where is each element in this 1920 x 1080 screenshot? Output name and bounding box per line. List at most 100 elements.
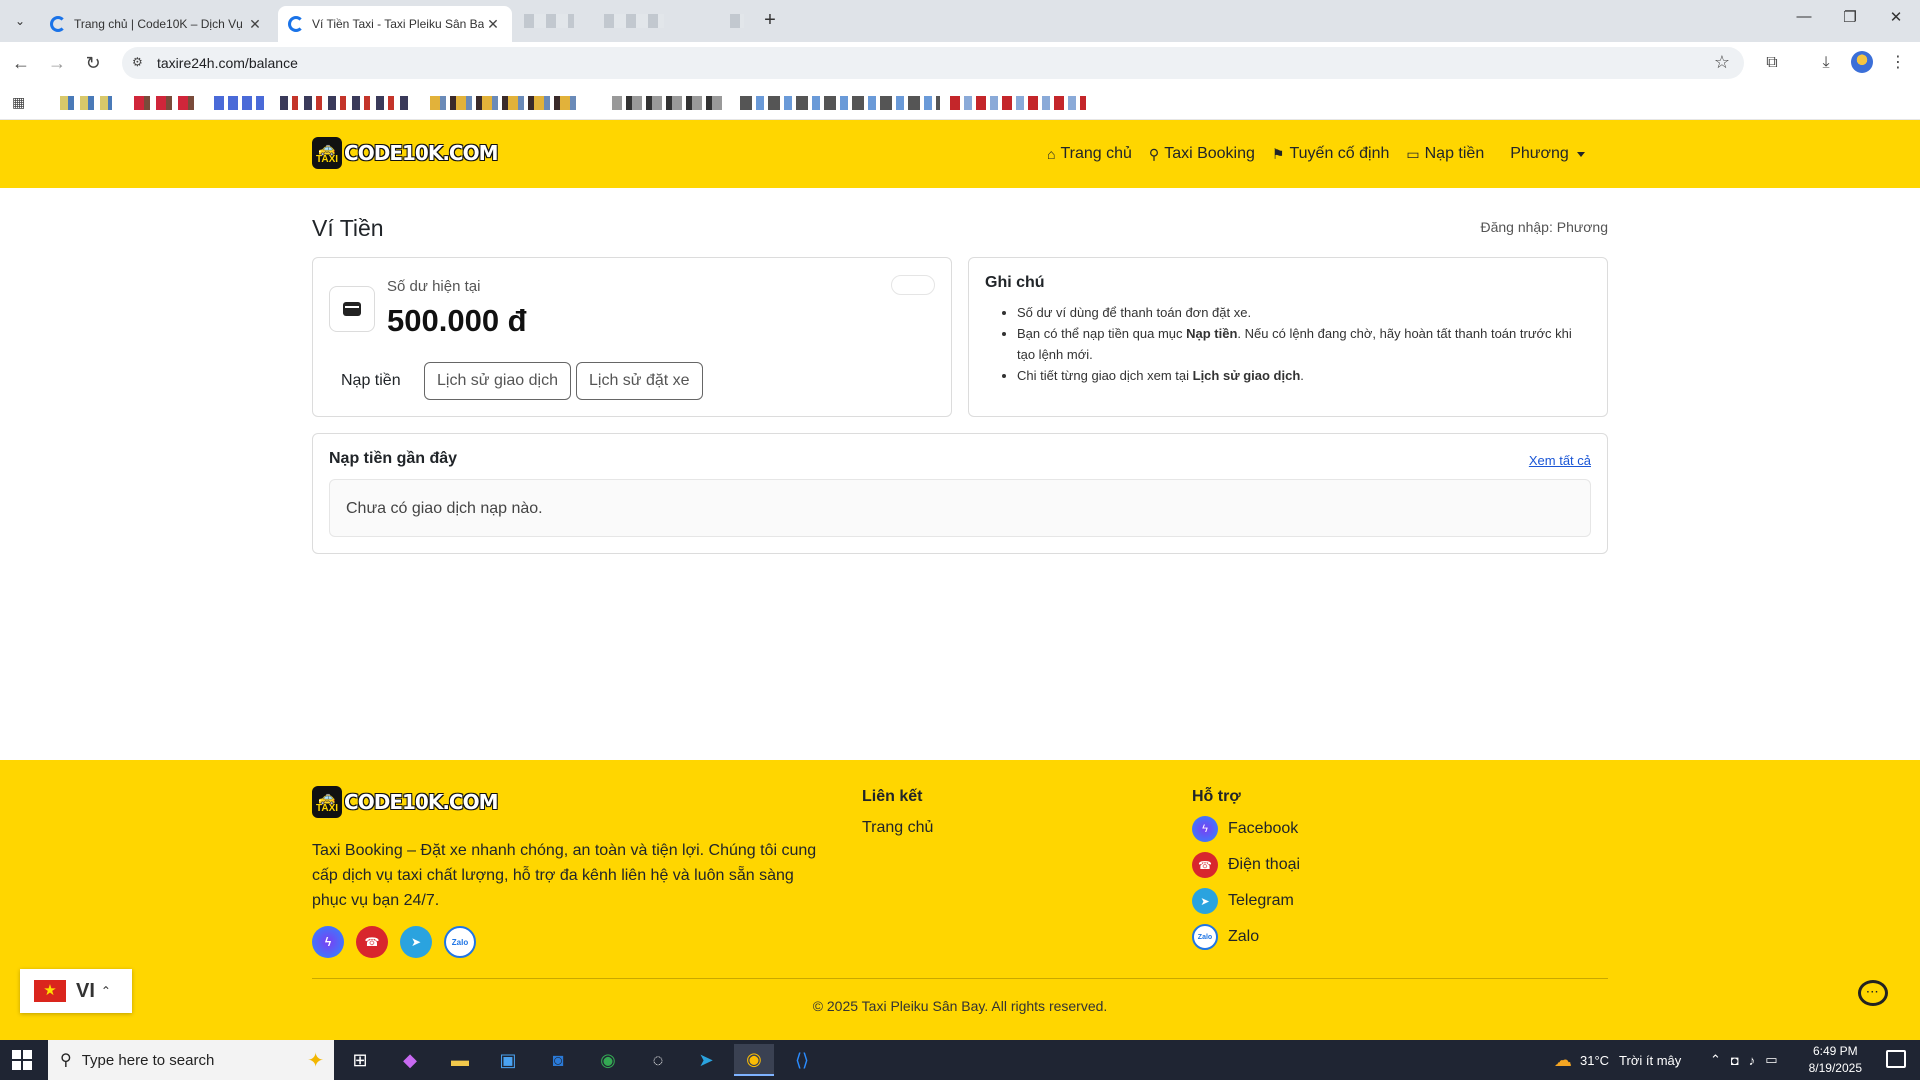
support-label: Điện thoại — [1228, 856, 1301, 873]
url-text[interactable]: taxire24h.com/balance — [157, 55, 298, 71]
footer-link-home[interactable]: Trang chủ — [862, 819, 933, 837]
chrome-icon[interactable]: ◉ — [588, 1044, 628, 1076]
copilot-icon[interactable]: ◆ — [390, 1044, 430, 1076]
phone-icon[interactable]: ☎ — [356, 926, 388, 958]
apps-grid-icon[interactable]: ▦ — [12, 94, 25, 111]
bookmark-item[interactable] — [134, 96, 198, 110]
transaction-history-button[interactable]: Lịch sử giao dịch — [424, 362, 571, 400]
support-label: Facebook — [1228, 820, 1299, 837]
restore-icon[interactable]: ❐ — [1830, 8, 1870, 32]
nav-user-dropdown[interactable]: Phương — [1510, 145, 1585, 163]
login-info: Đăng nhập: Phương — [1480, 219, 1608, 235]
download-icon[interactable]: ⤓ — [1814, 51, 1838, 75]
note-item: Bạn có thể nạp tiền qua mục Nạp tiền. Nế… — [1017, 323, 1591, 365]
tab-close-icon[interactable]: ✕ — [246, 16, 264, 33]
tray-chevron-icon[interactable]: ⌃ — [1710, 1052, 1721, 1068]
site-info-icon[interactable]: ⚙ — [132, 55, 148, 71]
file-explorer-icon[interactable]: ▬ — [440, 1044, 480, 1076]
taxi-badge-label: TAXI — [316, 803, 339, 814]
vscode-icon[interactable]: ⟨⟩ — [782, 1044, 822, 1076]
weather-temp: 31°C — [1580, 1052, 1610, 1068]
nav-home[interactable]: ⌂ Trang chủ — [1047, 145, 1132, 163]
browser-tab-home[interactable]: Trang chủ | Code10K – Dịch Vụ ✕ — [40, 6, 274, 42]
weather-text: Trời ít mây — [1619, 1052, 1682, 1068]
windows-start-icon[interactable] — [12, 1050, 32, 1070]
clock-time: 6:49 PM — [1812, 1044, 1858, 1058]
browser-tab-balance[interactable]: Ví Tiền Taxi - Taxi Pleiku Sân Bay ✕ — [278, 6, 512, 42]
camera-icon[interactable]: ◘ — [1731, 1053, 1739, 1068]
bookmarks-bar: ▦ — [0, 84, 1920, 120]
taskbar-search[interactable]: ⚲ Type here to search ✦ — [48, 1040, 334, 1080]
nav-topup[interactable]: ▭ Nạp tiền — [1406, 145, 1484, 163]
chrome-active-icon[interactable]: ◉ — [734, 1044, 774, 1076]
task-view-icon[interactable]: ⊞ — [340, 1044, 380, 1076]
blurred-tab[interactable] — [730, 14, 744, 28]
language-switcher[interactable]: VI ⌃ — [20, 969, 132, 1013]
booking-history-button[interactable]: Lịch sử đặt xe — [576, 362, 703, 400]
bookmark-item[interactable] — [280, 96, 410, 110]
browser-toolbar: ← → ↻ ⚙ taxire24h.com/balance ☆ ⧉ ⤓ ⋮ — [0, 42, 1920, 84]
note-bold: Nạp tiền — [1186, 326, 1238, 341]
see-all-link[interactable]: Xem tất cả — [1529, 453, 1591, 468]
zalo-icon[interactable]: Zalo — [444, 926, 476, 958]
messenger-icon[interactable]: ϟ — [312, 926, 344, 958]
telegram-app-icon[interactable]: ➤ — [686, 1044, 726, 1076]
bookmark-item[interactable] — [60, 96, 112, 110]
support-facebook[interactable]: ϟ Facebook — [1192, 816, 1298, 842]
notes-card: Ghi chú Số dư ví dùng để thanh toán đơn … — [968, 257, 1608, 417]
clock[interactable]: 6:49 PM 8/19/2025 — [1809, 1043, 1862, 1077]
nav-fixed-route[interactable]: ⚑ Tuyến cố định — [1272, 145, 1389, 163]
note-text: Số dư ví dùng để thanh toán đơn đặt xe. — [1017, 305, 1252, 320]
tab-close-icon[interactable]: ✕ — [484, 16, 502, 33]
volume-icon[interactable]: ♪ — [1749, 1053, 1756, 1068]
bookmark-item[interactable] — [612, 96, 722, 110]
reload-icon[interactable]: ↻ — [80, 50, 106, 76]
main-nav: ⌂ Trang chủ ⚲ Taxi Booking ⚑ Tuyến cố đị… — [1030, 120, 1585, 188]
close-window-icon[interactable]: ✕ — [1876, 8, 1916, 32]
bookmark-item[interactable] — [214, 96, 264, 110]
menu-dots-icon[interactable]: ⋮ — [1886, 51, 1910, 75]
address-bar[interactable]: ⚙ taxire24h.com/balance ☆ — [122, 47, 1744, 79]
balance-label: Số dư hiện tại — [387, 278, 481, 295]
bookmark-item[interactable] — [950, 96, 1086, 110]
outlook-icon[interactable]: ◙ — [538, 1044, 578, 1076]
new-tab-icon[interactable]: + — [758, 9, 782, 33]
taxi-car-icon: 🚕 — [318, 140, 336, 156]
back-icon[interactable]: ← — [8, 50, 34, 76]
signpost-icon: ⚑ — [1271, 145, 1285, 162]
support-zalo[interactable]: Zalo Zalo — [1192, 924, 1259, 950]
support-telegram[interactable]: ➤ Telegram — [1192, 888, 1294, 914]
chat-icon[interactable]: ··· — [1858, 980, 1888, 1006]
footer-divider — [312, 978, 1608, 979]
profile-avatar[interactable] — [1851, 51, 1873, 73]
nav-label: Trang chủ — [1060, 145, 1132, 162]
balance-visibility-toggle[interactable] — [891, 275, 935, 295]
blurred-tab[interactable] — [524, 14, 574, 28]
notification-icon[interactable] — [1886, 1050, 1906, 1068]
messenger-app-icon[interactable]: ◌ — [638, 1044, 678, 1076]
store-icon[interactable]: ▣ — [488, 1044, 528, 1076]
blurred-tab[interactable] — [604, 14, 664, 28]
topup-button[interactable]: Nạp tiền — [325, 362, 417, 400]
extensions-icon[interactable]: ⧉ — [1760, 51, 1784, 75]
balance-card: Số dư hiện tại 500.000 đ Nạp tiền Lịch s… — [312, 257, 952, 417]
site-logo[interactable]: 🚕 TAXI CODE10K.COM — [312, 137, 499, 169]
telegram-icon[interactable]: ➤ — [400, 926, 432, 958]
support-title: Hỗ trợ — [1192, 788, 1241, 805]
search-placeholder: Type here to search — [81, 1051, 215, 1069]
minimize-icon[interactable]: — — [1784, 8, 1824, 32]
nav-taxi-booking[interactable]: ⚲ Taxi Booking — [1149, 145, 1255, 163]
bookmark-star-icon[interactable]: ☆ — [1714, 52, 1730, 73]
map-pin-icon: ⚲ — [1148, 145, 1160, 162]
support-phone[interactable]: ☎ Điện thoại — [1192, 852, 1300, 878]
tab-list-chevron-icon[interactable]: ⌄ — [8, 9, 32, 33]
note-item: Chi tiết từng giao dịch xem tại Lịch sử … — [1017, 365, 1591, 386]
footer-logo[interactable]: 🚕 TAXI CODE10K.COM — [312, 786, 499, 818]
copilot-sparkle-icon[interactable]: ✦ — [307, 1048, 324, 1073]
bookmark-item[interactable] — [430, 96, 580, 110]
bookmark-item[interactable] — [740, 96, 940, 110]
site-header: 🚕 TAXI CODE10K.COM ⌂ Trang chủ ⚲ Taxi Bo… — [0, 120, 1920, 188]
forward-icon[interactable]: → — [44, 50, 70, 76]
weather-widget[interactable]: ☁ 31°C Trời ít mây — [1554, 1040, 1681, 1080]
network-icon[interactable]: ▭ — [1765, 1052, 1777, 1068]
